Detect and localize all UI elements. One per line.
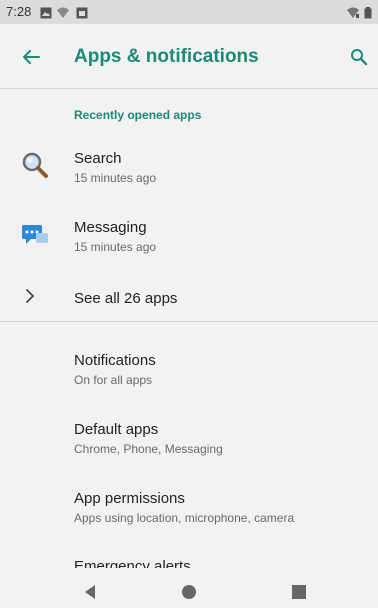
setting-title: Default apps (74, 421, 159, 438)
app-bar: Apps & notifications (0, 24, 378, 89)
recent-app-name: Messaging (74, 219, 147, 236)
nav-recents-button[interactable] (289, 584, 309, 600)
image-notification-icon (40, 6, 52, 24)
circle-home-icon (182, 585, 196, 599)
magnifier-app-icon (20, 150, 50, 180)
recent-apps-header: Recently opened apps (74, 108, 202, 122)
android-notification-icon (76, 6, 88, 24)
see-all-apps-row[interactable]: See all 26 apps (0, 278, 378, 322)
status-bar: 7:28 (0, 0, 378, 24)
nav-home-button[interactable] (179, 584, 199, 600)
recent-app-messaging[interactable]: Messaging 15 minutes ago (0, 209, 378, 273)
arrow-left-icon (23, 50, 40, 64)
setting-subtitle: Apps using location, microphone, camera (74, 511, 295, 525)
back-button[interactable] (16, 42, 46, 72)
nav-back-button[interactable] (80, 584, 100, 600)
wifi-signal-icon (346, 6, 360, 24)
recent-app-time: 15 minutes ago (74, 240, 157, 254)
page-title: Apps & notifications (74, 46, 259, 67)
setting-default-apps[interactable]: Default apps Chrome, Phone, Messaging (0, 409, 378, 469)
recent-app-time: 15 minutes ago (74, 171, 157, 185)
setting-notifications[interactable]: Notifications On for all apps (0, 340, 378, 400)
search-icon (351, 49, 368, 66)
messaging-app-icon (20, 219, 50, 249)
square-recents-icon (292, 585, 306, 599)
setting-title: Emergency alerts (74, 558, 191, 568)
recent-app-name: Search (74, 150, 122, 167)
recent-app-search[interactable]: Search 15 minutes ago (0, 140, 378, 204)
setting-title: App permissions (74, 490, 185, 507)
triangle-back-icon (85, 585, 95, 599)
search-button[interactable] (344, 42, 374, 72)
setting-subtitle: On for all apps (74, 373, 153, 387)
settings-list: Recently opened apps Search 15 minutes a… (0, 88, 378, 568)
setting-title: Notifications (74, 352, 156, 369)
setting-app-permissions[interactable]: App permissions Apps using location, mic… (0, 478, 378, 538)
setting-subtitle: Chrome, Phone, Messaging (74, 442, 223, 456)
see-all-apps-label: See all 26 apps (74, 290, 178, 307)
navigation-bar (0, 576, 378, 608)
setting-emergency-alerts[interactable]: Emergency alerts (0, 546, 378, 568)
wifi-notification-icon (56, 6, 70, 24)
status-time: 7:28 (6, 4, 32, 19)
chevron-right-icon (20, 286, 50, 316)
battery-icon (364, 6, 372, 24)
section-divider (0, 321, 378, 322)
